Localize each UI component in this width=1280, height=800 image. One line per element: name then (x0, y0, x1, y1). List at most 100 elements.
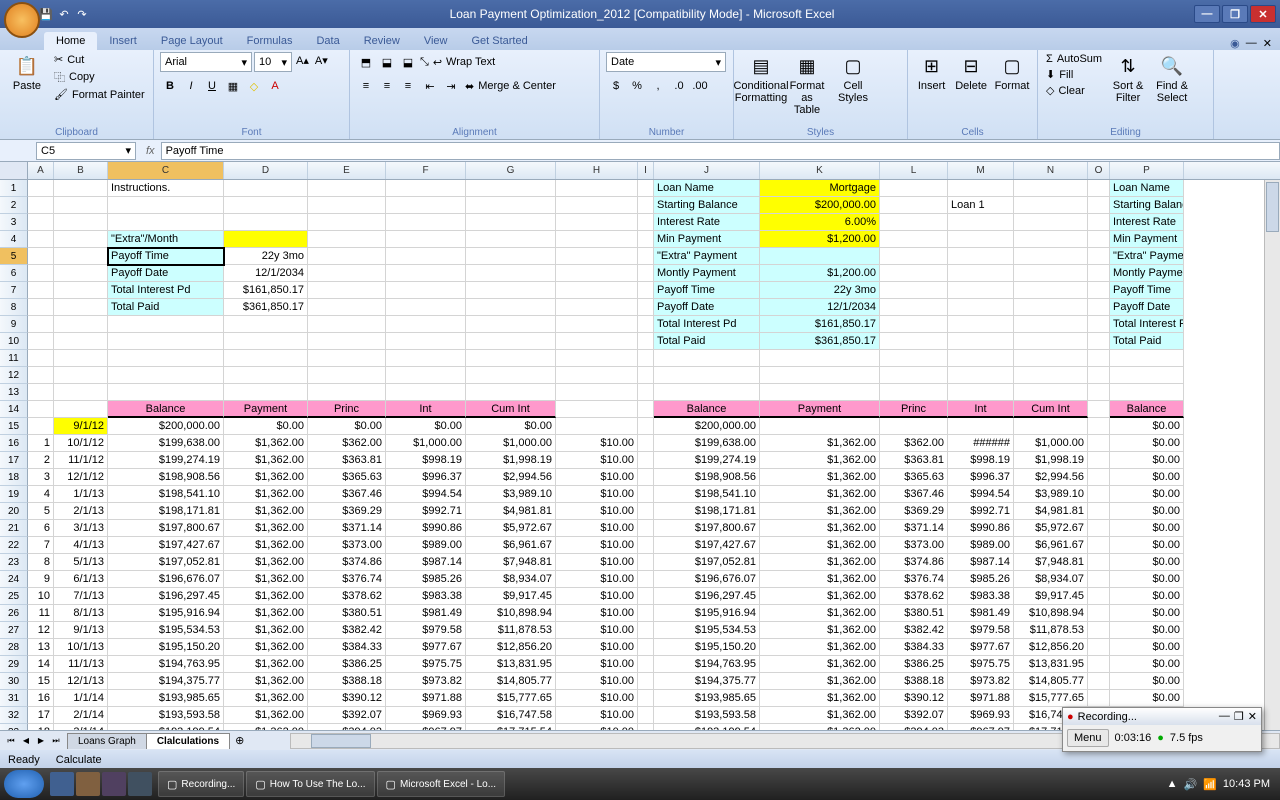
cell[interactable]: $2,994.56 (1014, 469, 1088, 486)
cell[interactable]: $10.00 (556, 486, 638, 503)
cell[interactable]: $1,362.00 (224, 452, 308, 469)
cell[interactable] (638, 367, 654, 384)
tab-formulas[interactable]: Formulas (235, 32, 305, 50)
cell[interactable] (948, 214, 1014, 231)
cell[interactable] (224, 214, 308, 231)
cell[interactable] (948, 367, 1014, 384)
cell[interactable]: Loan Name (654, 180, 760, 197)
cell[interactable]: $10.00 (556, 690, 638, 707)
cell[interactable]: $367.46 (880, 486, 948, 503)
cell[interactable]: $193,199.54 (108, 724, 224, 730)
cell[interactable]: $365.63 (308, 469, 386, 486)
cell[interactable]: $10.00 (556, 673, 638, 690)
cell[interactable]: 12/1/2034 (760, 299, 880, 316)
row-header[interactable]: 3 (0, 214, 28, 231)
cell[interactable]: $194,375.77 (654, 673, 760, 690)
cell[interactable]: $0.00 (1110, 469, 1184, 486)
cell[interactable] (108, 316, 224, 333)
cell[interactable]: $990.86 (386, 520, 466, 537)
cell[interactable] (1014, 265, 1088, 282)
cell[interactable]: $390.12 (880, 690, 948, 707)
cell[interactable] (948, 180, 1014, 197)
cell[interactable] (54, 316, 108, 333)
cell[interactable]: $199,638.00 (654, 435, 760, 452)
cell[interactable]: $1,362.00 (224, 520, 308, 537)
cell[interactable]: $1,362.00 (760, 486, 880, 503)
cell[interactable]: Interest Rate (654, 214, 760, 231)
cell[interactable]: $17,715.54 (466, 724, 556, 730)
row-header[interactable]: 24 (0, 571, 28, 588)
cell[interactable]: $384.33 (308, 639, 386, 656)
cell[interactable] (1088, 401, 1110, 418)
cell[interactable]: 8 (28, 554, 54, 571)
cell[interactable]: ###### (948, 435, 1014, 452)
cell[interactable] (1088, 180, 1110, 197)
cell[interactable]: $983.38 (386, 588, 466, 605)
col-header-K[interactable]: K (760, 162, 880, 179)
taskbar-app-icon[interactable] (102, 772, 126, 796)
row-header[interactable]: 22 (0, 537, 28, 554)
cell[interactable]: $979.58 (386, 622, 466, 639)
cell[interactable]: Montly Payment (1110, 265, 1184, 282)
cell[interactable] (880, 248, 948, 265)
cell[interactable]: $1,362.00 (224, 486, 308, 503)
cell[interactable]: $198,908.56 (108, 469, 224, 486)
cell[interactable] (654, 367, 760, 384)
cell[interactable] (54, 231, 108, 248)
cell[interactable]: $1,998.19 (1014, 452, 1088, 469)
cell[interactable] (880, 384, 948, 401)
cell[interactable]: Total Paid (108, 299, 224, 316)
cell[interactable]: 14 (28, 656, 54, 673)
cell[interactable] (466, 316, 556, 333)
cell[interactable]: Princ (880, 401, 948, 418)
cell[interactable] (1088, 299, 1110, 316)
cell[interactable]: $16,747.58 (466, 707, 556, 724)
cell[interactable] (386, 299, 466, 316)
cell[interactable] (948, 299, 1014, 316)
cell[interactable]: $0.00 (1110, 435, 1184, 452)
cell[interactable] (308, 333, 386, 350)
cell[interactable]: $10,898.94 (466, 605, 556, 622)
cell[interactable] (880, 180, 948, 197)
cell[interactable]: $198,541.10 (108, 486, 224, 503)
cell[interactable] (1088, 571, 1110, 588)
cell[interactable] (466, 231, 556, 248)
cell[interactable]: $384.33 (880, 639, 948, 656)
cell[interactable] (466, 367, 556, 384)
cell[interactable]: $994.54 (948, 486, 1014, 503)
cell[interactable] (638, 299, 654, 316)
cell[interactable] (1088, 316, 1110, 333)
cell[interactable]: 12 (28, 622, 54, 639)
cell[interactable] (948, 333, 1014, 350)
cell[interactable] (556, 197, 638, 214)
spreadsheet-grid[interactable]: ABCDEFGHIJKLMNOP 1Instructions.Loan Name… (0, 162, 1280, 730)
cell[interactable]: $8,934.07 (466, 571, 556, 588)
cell[interactable]: $194,375.77 (108, 673, 224, 690)
cell[interactable]: $3,989.10 (1014, 486, 1088, 503)
cell[interactable]: $371.14 (880, 520, 948, 537)
cell[interactable]: Balance (108, 401, 224, 418)
cell[interactable]: $195,150.20 (108, 639, 224, 656)
cell[interactable]: $1,362.00 (760, 656, 880, 673)
cell[interactable]: $1,362.00 (760, 622, 880, 639)
cell[interactable]: 4 (28, 486, 54, 503)
cell[interactable]: $369.29 (308, 503, 386, 520)
cell[interactable]: Loan 1 (948, 197, 1014, 214)
cell[interactable] (1088, 384, 1110, 401)
cell[interactable] (638, 435, 654, 452)
cell[interactable]: $1,362.00 (224, 622, 308, 639)
cell[interactable] (1110, 367, 1184, 384)
cell[interactable]: $1,362.00 (224, 605, 308, 622)
cell[interactable] (638, 333, 654, 350)
cell[interactable]: $369.29 (880, 503, 948, 520)
tab-insert[interactable]: Insert (97, 32, 149, 50)
row-header[interactable]: 18 (0, 469, 28, 486)
format-table-button[interactable]: ▦Format as Table (786, 52, 828, 118)
cell[interactable] (28, 401, 54, 418)
cell[interactable]: $373.00 (308, 537, 386, 554)
cell[interactable]: Payoff Time (654, 282, 760, 299)
cell[interactable]: 10/1/12 (54, 435, 108, 452)
cell[interactable]: 18 (28, 724, 54, 730)
insert-button[interactable]: ⊞Insert (914, 52, 949, 94)
cell[interactable]: $198,541.10 (654, 486, 760, 503)
